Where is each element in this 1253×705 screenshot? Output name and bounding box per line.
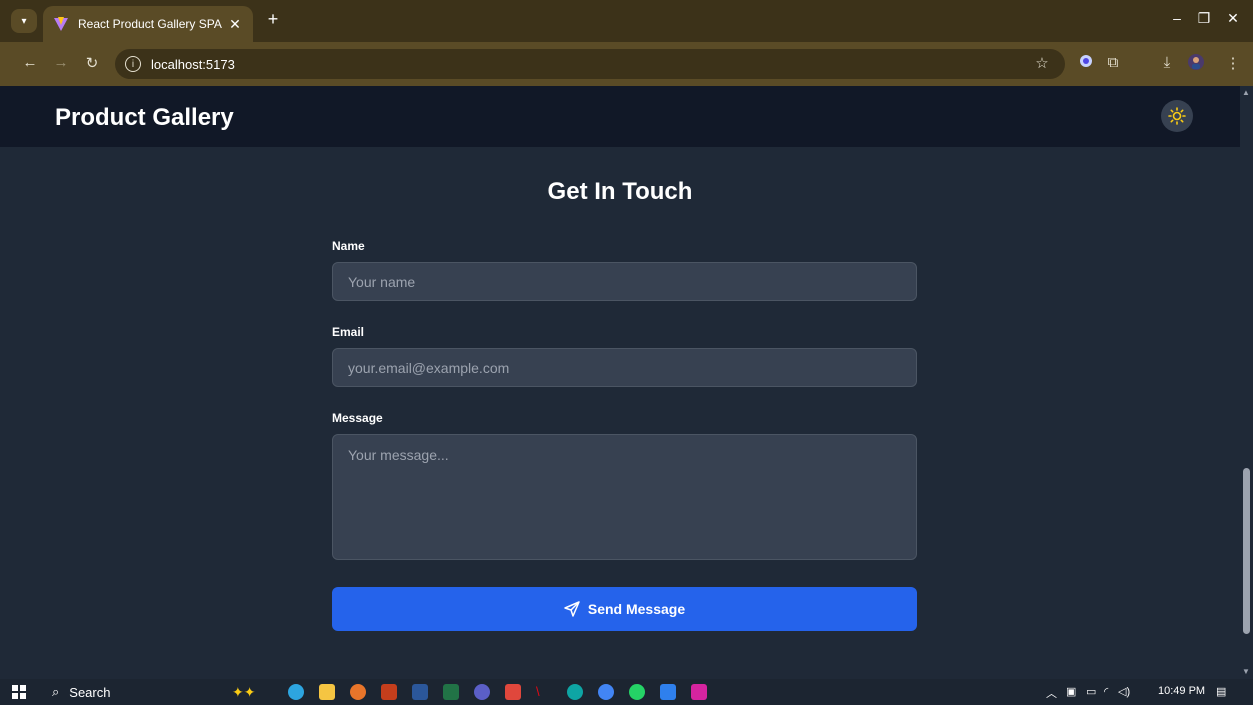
new-tab-button[interactable]: + — [263, 9, 283, 30]
browser-menu-icon[interactable]: ⋮ — [1222, 54, 1244, 72]
send-message-label: Send Message — [587, 601, 686, 617]
forward-icon[interactable]: → — [51, 54, 71, 71]
send-icon — [564, 601, 580, 617]
tab-search-button[interactable]: ▾ — [11, 9, 37, 33]
powerpoint-icon[interactable] — [381, 684, 397, 700]
file-explorer-icon[interactable] — [319, 684, 335, 700]
tab-title: React Product Gallery SPA — [78, 17, 222, 31]
send-message-button[interactable]: Send Message — [332, 587, 917, 631]
app-teal-icon[interactable] — [567, 684, 583, 700]
notifications-icon[interactable]: ▤ — [1216, 685, 1226, 698]
vscode-icon[interactable] — [660, 684, 676, 700]
os-taskbar: ⌕ Search ✦✦ \ ︿ ▣ ▭ ◜ ◁) 10:49 PM ▤ — [0, 679, 1253, 705]
url-text: localhost:5173 — [151, 56, 235, 72]
instagram-icon[interactable] — [691, 684, 707, 700]
tray-app-icon[interactable]: ▣ — [1066, 685, 1076, 698]
windows-start-icon[interactable] — [12, 685, 26, 699]
app-header: Product Gallery — [0, 86, 1240, 147]
extensions-puzzle-icon[interactable]: ⧉ — [1102, 54, 1124, 71]
page-scrollbar[interactable]: ▲ ▼ — [1240, 86, 1253, 679]
chrome-icon[interactable] — [598, 684, 614, 700]
profile-avatar-icon[interactable] — [1185, 54, 1207, 74]
brand-title[interactable]: Product Gallery — [55, 104, 234, 132]
minimize-icon[interactable]: – — [1167, 10, 1187, 26]
edge-icon[interactable] — [288, 684, 304, 700]
sun-icon — [1168, 107, 1186, 125]
email-input[interactable] — [332, 348, 917, 387]
message-label: Message — [332, 411, 383, 425]
restore-icon[interactable]: ❐ — [1194, 10, 1214, 27]
email-label: Email — [332, 325, 365, 339]
taskbar-search[interactable]: ⌕ Search — [40, 681, 230, 703]
browser-tab[interactable]: React Product Gallery SPA ✕ — [43, 6, 253, 42]
scroll-thumb[interactable] — [1243, 468, 1250, 634]
netflix-icon[interactable]: \ — [536, 684, 552, 700]
tray-chevron-icon[interactable]: ︿ — [1046, 685, 1057, 701]
scroll-down-icon[interactable]: ▼ — [1242, 667, 1250, 676]
browser-toolbar: ← → ↻ i localhost:5173 ☆ ⧉ ⤓ ⋮ — [0, 42, 1253, 86]
chrome-active-icon[interactable] — [350, 684, 366, 700]
bookmark-star-icon[interactable]: ☆ — [1031, 54, 1053, 72]
name-label: Name — [332, 239, 365, 253]
site-info-icon[interactable]: i — [125, 56, 141, 72]
teams-icon[interactable] — [474, 684, 490, 700]
contact-title: Get In Touch — [547, 178, 693, 205]
name-input[interactable] — [332, 262, 917, 301]
taskbar-clock[interactable]: 10:49 PM — [1158, 685, 1205, 697]
address-bar[interactable]: i localhost:5173 — [115, 49, 1065, 79]
word-icon[interactable] — [412, 684, 428, 700]
back-icon[interactable]: ← — [20, 54, 40, 71]
message-textarea[interactable] — [332, 434, 917, 560]
theme-toggle-button[interactable] — [1161, 100, 1193, 132]
scroll-up-icon[interactable]: ▲ — [1242, 88, 1250, 97]
battery-icon[interactable]: ▭ — [1086, 685, 1096, 698]
whatsapp-icon[interactable] — [629, 684, 645, 700]
download-icon[interactable]: ⤓ — [1156, 54, 1178, 71]
search-icon: ⌕ — [52, 684, 60, 699]
volume-icon[interactable]: ◁) — [1118, 685, 1130, 698]
app-red-icon[interactable] — [505, 684, 521, 700]
wifi-icon[interactable]: ◜ — [1104, 685, 1108, 698]
taskbar-search-label: Search — [69, 684, 111, 700]
vite-favicon-icon — [54, 17, 68, 31]
window-close-icon[interactable]: ✕ — [1223, 10, 1243, 27]
reload-icon[interactable]: ↻ — [82, 54, 102, 72]
extension-icon[interactable] — [1075, 54, 1097, 72]
page: Product Gallery Get In Touch Name Email … — [0, 86, 1240, 679]
tab-close-icon[interactable]: ✕ — [227, 16, 243, 33]
browser-tabbar: ▾ React Product Gallery SPA ✕ + – ❐ ✕ — [0, 0, 1253, 42]
excel-icon[interactable] — [443, 684, 459, 700]
copilot-sparkle-icon[interactable]: ✦✦ — [232, 684, 268, 700]
